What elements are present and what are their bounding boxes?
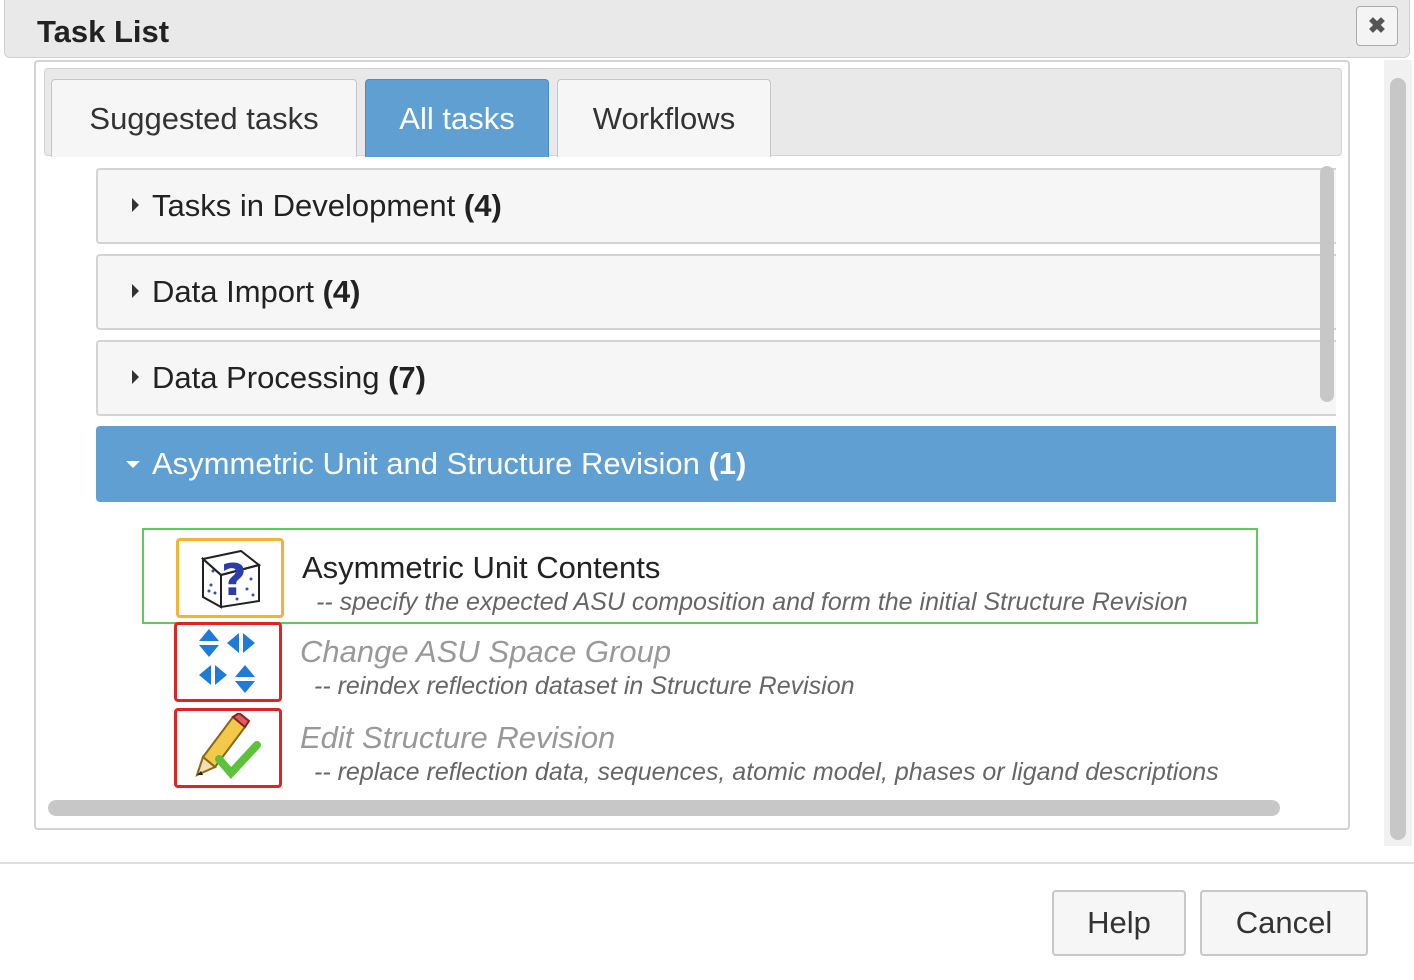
collapse-arrow-icon bbox=[126, 461, 140, 468]
tab-bar: Suggested tasks All tasks Workflows bbox=[44, 68, 1342, 157]
task-asymmetric-unit-contents[interactable]: ? Asymmetric Unit Contents -- specify th… bbox=[142, 528, 1258, 624]
horizontal-scrollbar[interactable] bbox=[48, 800, 1280, 816]
task-title: Asymmetric Unit Contents bbox=[302, 550, 661, 585]
expand-arrow-icon bbox=[132, 370, 139, 384]
section-tasks-in-development[interactable]: Tasks in Development (4) bbox=[96, 168, 1336, 244]
close-icon: ✖ bbox=[1367, 13, 1387, 38]
tab-content: Tasks in Development (4) Data Import (4)… bbox=[44, 156, 1342, 796]
tab-suggested-tasks[interactable]: Suggested tasks bbox=[51, 79, 357, 157]
expand-arrow-icon bbox=[132, 198, 139, 212]
svg-text:?: ? bbox=[221, 555, 247, 606]
section-label: Asymmetric Unit and Structure Revision (… bbox=[152, 446, 747, 481]
task-title: Change ASU Space Group bbox=[300, 634, 672, 669]
footer-divider bbox=[0, 862, 1414, 864]
tab-all-tasks[interactable]: All tasks bbox=[365, 79, 549, 157]
task-description: -- specify the expected ASU composition … bbox=[316, 588, 1188, 616]
asu-question-cube-icon: ? bbox=[176, 538, 284, 618]
task-description: -- reindex reflection dataset in Structu… bbox=[314, 672, 855, 700]
task-change-asu-space-group[interactable]: Change ASU Space Group -- reindex reflec… bbox=[142, 614, 1258, 710]
task-edit-structure-revision[interactable]: Edit Structure Revision -- replace refle… bbox=[142, 700, 1258, 796]
inner-vertical-scrollbar[interactable] bbox=[1320, 166, 1334, 402]
section-label: Data Processing (7) bbox=[152, 360, 426, 395]
space-group-arrows-icon bbox=[174, 622, 282, 702]
dialog-titlebar[interactable]: Task List bbox=[4, 0, 1410, 58]
task-title: Edit Structure Revision bbox=[300, 720, 616, 755]
dialog-title: Task List bbox=[37, 14, 170, 49]
section-data-processing[interactable]: Data Processing (7) bbox=[96, 340, 1336, 416]
section-label: Data Import (4) bbox=[152, 274, 361, 309]
help-button[interactable]: Help bbox=[1052, 890, 1186, 956]
section-asymmetric-unit[interactable]: Asymmetric Unit and Structure Revision (… bbox=[96, 426, 1336, 502]
section-data-import[interactable]: Data Import (4) bbox=[96, 254, 1336, 330]
expand-arrow-icon bbox=[132, 284, 139, 298]
outer-vertical-scrollbar[interactable] bbox=[1390, 78, 1406, 840]
task-list-panel: Suggested tasks All tasks Workflows Task… bbox=[34, 60, 1350, 830]
section-label: Tasks in Development (4) bbox=[152, 188, 502, 223]
tab-workflows[interactable]: Workflows bbox=[557, 79, 771, 157]
pencil-check-icon bbox=[174, 708, 282, 788]
cancel-button[interactable]: Cancel bbox=[1200, 890, 1368, 956]
task-description: -- replace reflection data, sequences, a… bbox=[314, 758, 1219, 786]
close-button[interactable]: ✖ bbox=[1356, 6, 1398, 46]
